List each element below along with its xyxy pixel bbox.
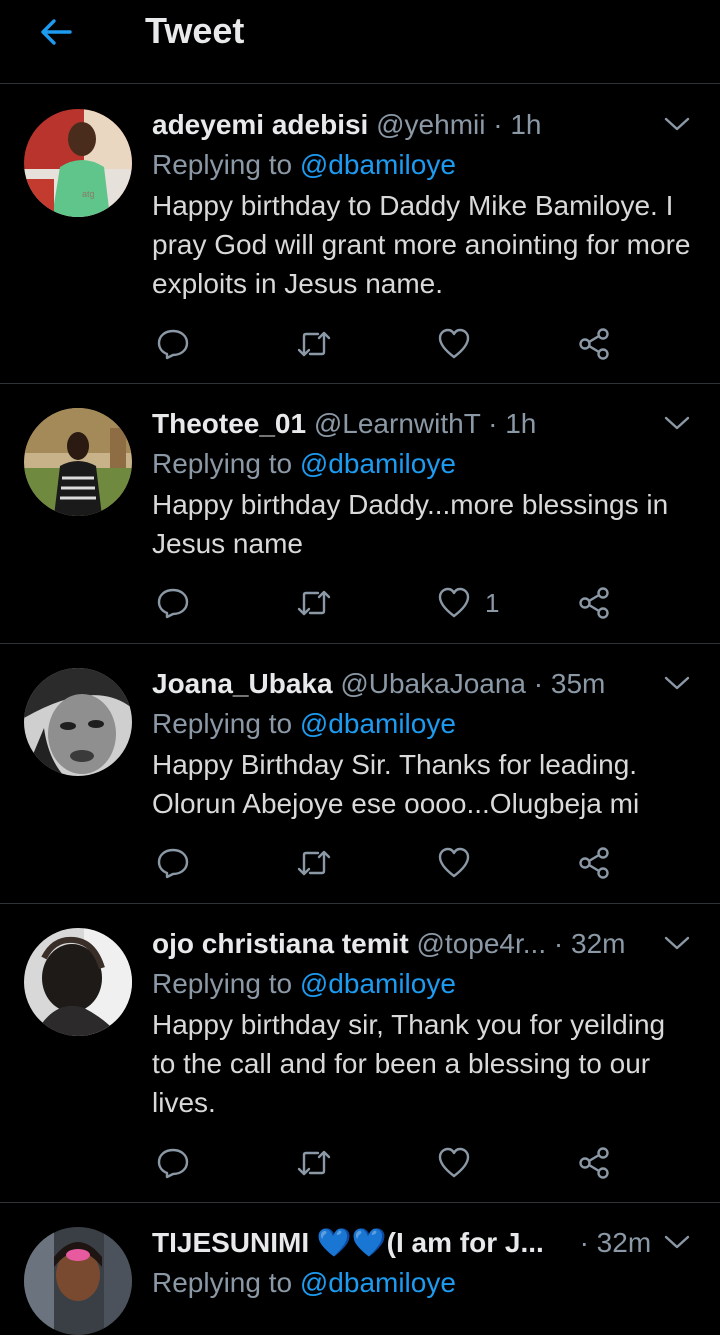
- heart-icon: [438, 1147, 470, 1178]
- replying-to: Replying to @dbamiloye: [152, 966, 456, 1002]
- mention-link[interactable]: @dbamiloye: [300, 708, 456, 739]
- timestamp[interactable]: 1h: [510, 109, 541, 140]
- mention-link[interactable]: @dbamiloye: [300, 149, 456, 180]
- tweet-item[interactable]: Joana_Ubaka @UbakaJoana · 35m Replying t…: [0, 644, 720, 904]
- share-button[interactable]: [577, 583, 611, 623]
- retweet-icon: [297, 1150, 331, 1176]
- reply-icon: [157, 848, 189, 879]
- heart-icon: [438, 587, 470, 618]
- reply-button[interactable]: [156, 843, 190, 883]
- reply-icon: [157, 588, 189, 619]
- retweet-button[interactable]: [296, 843, 332, 883]
- reply-prefix: Replying to: [152, 708, 300, 739]
- heart-icon: [438, 328, 470, 359]
- like-button[interactable]: [437, 324, 485, 364]
- replying-to: Replying to @dbamiloye: [152, 1265, 456, 1301]
- action-bar: 1: [152, 583, 632, 623]
- author-handle[interactable]: @yehmii: [376, 109, 485, 140]
- reply-prefix: Replying to: [152, 448, 300, 479]
- tweet-text: Happy birthday Daddy...more blessings in…: [152, 489, 669, 559]
- tweet-text: Happy birthday to Daddy Mike Bamiloye. I…: [152, 190, 691, 299]
- reply-prefix: Replying to: [152, 1267, 300, 1298]
- avatar[interactable]: [24, 928, 132, 1036]
- action-bar: [152, 843, 632, 883]
- page-title: Tweet: [145, 10, 245, 51]
- timestamp[interactable]: 1h: [505, 408, 536, 439]
- avatar[interactable]: atg: [24, 109, 132, 217]
- share-icon: [579, 847, 609, 879]
- tweet-text: Happy Birthday Sir. Thanks for leading. …: [152, 749, 640, 819]
- reply-prefix: Replying to: [152, 968, 300, 999]
- timestamp[interactable]: 35m: [551, 668, 605, 699]
- tweet-item[interactable]: ojo christiana temit @tope4r... · 32m Re…: [0, 904, 720, 1203]
- svg-text:atg: atg: [82, 189, 95, 199]
- separator: ·: [493, 109, 503, 140]
- like-button[interactable]: [437, 1143, 485, 1183]
- share-button[interactable]: [577, 324, 611, 364]
- action-bar: [152, 324, 632, 364]
- timestamp[interactable]: 32m: [571, 928, 625, 959]
- replying-to: Replying to @dbamiloye: [152, 446, 456, 482]
- retweet-button[interactable]: [296, 1143, 332, 1183]
- like-button[interactable]: [437, 843, 485, 883]
- share-button[interactable]: [577, 1143, 611, 1183]
- retweet-button[interactable]: [296, 324, 332, 364]
- top-bar: Tweet: [0, 0, 720, 84]
- like-count: 1: [485, 587, 500, 618]
- author-handle[interactable]: @UbakaJoana: [340, 668, 526, 699]
- reply-prefix: Replying to: [152, 149, 300, 180]
- avatar[interactable]: [24, 1227, 132, 1335]
- reply-button[interactable]: [156, 1143, 190, 1183]
- author-name[interactable]: Theotee_01: [152, 408, 306, 439]
- retweet-button[interactable]: [296, 583, 332, 623]
- author-name[interactable]: Joana_Ubaka: [152, 668, 333, 699]
- chevron-down-icon[interactable]: [662, 112, 692, 136]
- separator: ·: [579, 1227, 589, 1258]
- reply-button[interactable]: [156, 583, 190, 623]
- replying-to: Replying to @dbamiloye: [152, 147, 456, 183]
- chevron-down-icon[interactable]: [662, 931, 692, 955]
- tweet-item[interactable]: atg adeyemi adebisi @yehmii · 1h Replyin…: [0, 85, 720, 384]
- author-name[interactable]: TIJESUNIMI 💙💙(I am for J...: [152, 1227, 544, 1258]
- tweet-item[interactable]: TIJESUNIMI 💙💙(I am for J... · 32m Replyi…: [0, 1203, 720, 1335]
- mention-link[interactable]: @dbamiloye: [300, 1267, 456, 1298]
- reply-icon: [157, 1148, 189, 1179]
- tweet-item[interactable]: Theotee_01 @LearnwithT · 1h Replying to …: [0, 384, 720, 644]
- author-name[interactable]: ojo christiana temit: [152, 928, 409, 959]
- share-icon: [579, 328, 609, 360]
- share-icon: [579, 587, 609, 619]
- timestamp[interactable]: 32m: [597, 1227, 651, 1258]
- back-arrow-icon: [41, 19, 72, 45]
- author-name[interactable]: adeyemi adebisi: [152, 109, 368, 140]
- author-handle[interactable]: @LearnwithT: [314, 408, 480, 439]
- avatar[interactable]: [24, 668, 132, 776]
- share-icon: [579, 1147, 609, 1179]
- separator: ·: [553, 928, 564, 959]
- mention-link[interactable]: @dbamiloye: [300, 968, 456, 999]
- retweet-icon: [297, 331, 331, 357]
- retweet-icon: [297, 590, 331, 616]
- chevron-down-icon[interactable]: [662, 1230, 692, 1254]
- back-button[interactable]: [36, 12, 76, 52]
- separator: ·: [488, 408, 498, 439]
- replying-to: Replying to @dbamiloye: [152, 706, 456, 742]
- reply-button[interactable]: [156, 324, 190, 364]
- like-button[interactable]: 1: [437, 583, 499, 623]
- separator: ·: [533, 668, 544, 699]
- tweet-text: Happy birthday sir, Thank you for yeildi…: [152, 1009, 666, 1118]
- reply-icon: [157, 329, 189, 360]
- chevron-down-icon[interactable]: [662, 671, 692, 695]
- avatar[interactable]: [24, 408, 132, 516]
- chevron-down-icon[interactable]: [662, 411, 692, 435]
- retweet-icon: [297, 850, 331, 876]
- mention-link[interactable]: @dbamiloye: [300, 448, 456, 479]
- action-bar: [152, 1143, 632, 1183]
- share-button[interactable]: [577, 843, 611, 883]
- heart-icon: [438, 847, 470, 878]
- author-handle[interactable]: @tope4r...: [417, 928, 547, 959]
